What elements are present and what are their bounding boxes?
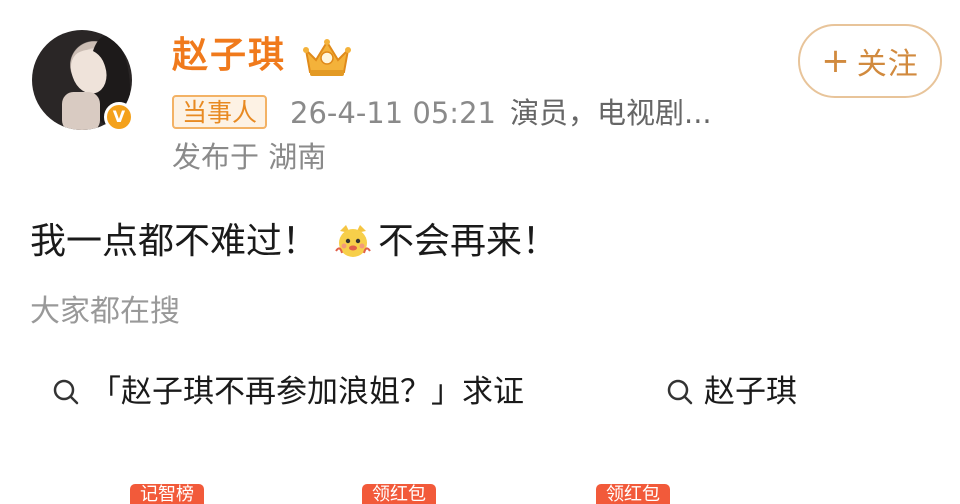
trending-heading: 大家都在搜 [30,294,180,329]
search-icon [667,379,693,405]
trending-search-item[interactable]: 「赵子琪不再参加浪姐？」求证 [52,370,524,414]
follow-label: 关注 [856,47,919,82]
trending-search-label: 「赵子琪不再参加浪姐？」求证 [90,374,524,410]
bottom-tag[interactable]: 领红包 [362,484,436,504]
post-meta: 26-4-11 05:21 演员，电视剧... [290,94,712,132]
post-text-part-2: 不会再来！ [378,221,559,262]
bottom-tag[interactable]: 领红包 [596,484,670,504]
follow-button[interactable]: + 关注 [798,24,942,98]
post-timestamp: 26-4-11 05:21 [290,96,496,130]
post-text-part-1: 我一点都不难过！ [30,221,319,262]
verified-icon: V [104,102,134,132]
avatar-neck [62,92,100,130]
username[interactable]: 赵子琪 [172,34,286,78]
post-location: 发布于 湖南 [172,140,327,174]
crown-icon [303,39,351,76]
post-text: 我一点都不难过！ 不会再来！ [30,218,558,266]
trending-search-item[interactable]: 赵子琪 [666,370,797,414]
search-icon [53,379,79,405]
party-tag: 当事人 [172,95,268,129]
plus-icon: + [821,41,851,81]
trending-search-label: 赵子琪 [704,374,797,410]
emoji-icon [335,225,371,257]
user-description: 演员，电视剧... [509,96,712,130]
bottom-tag[interactable]: 记智榜 [130,484,204,504]
